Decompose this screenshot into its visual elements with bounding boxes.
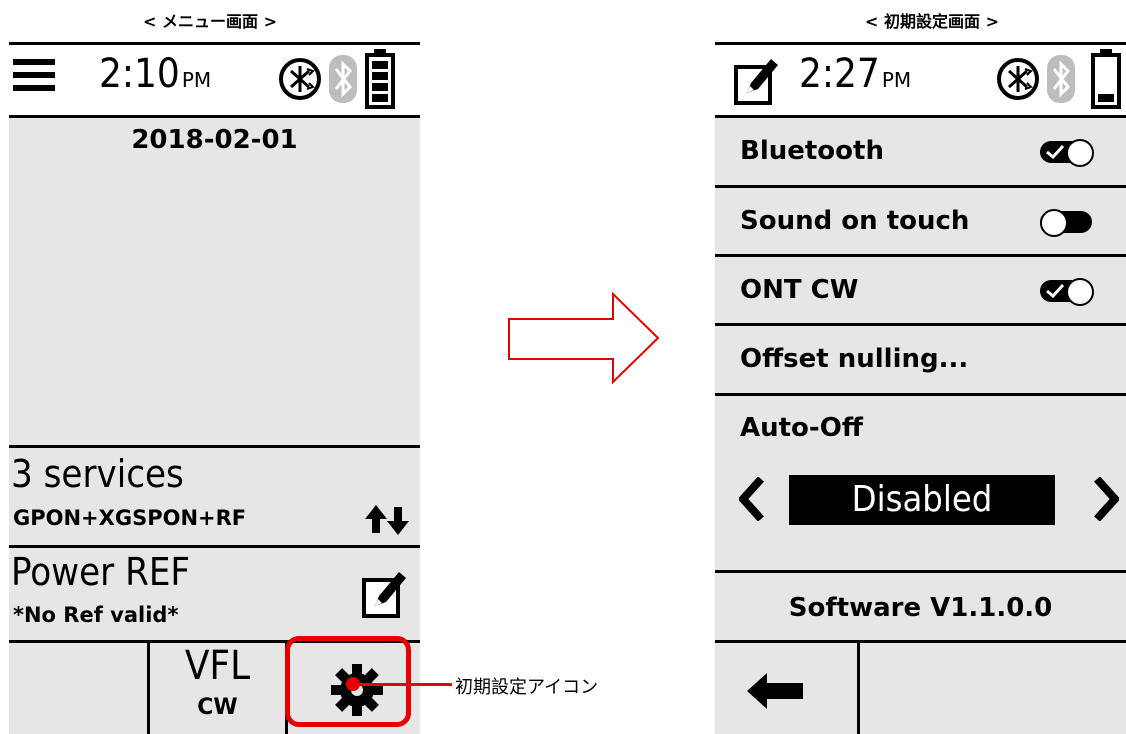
- settings-clock-ampm: PM: [881, 68, 912, 92]
- settings-clock-time: 2:27: [799, 51, 880, 97]
- bottom-separator: [857, 640, 860, 734]
- clock-time: 2:10: [99, 51, 180, 97]
- auto-off-label: Auto-Off: [740, 413, 863, 443]
- power-ref-row[interactable]: Power REF *No Ref valid*: [9, 548, 420, 640]
- annotation-label: 初期設定アイコン: [455, 677, 599, 698]
- software-version: Software V1.1.0.0: [788, 593, 1053, 623]
- battery-icon: [1091, 49, 1121, 109]
- bluetooth-row[interactable]: Bluetooth: [715, 118, 1126, 185]
- menu-screen: 2:10 PM 2018-02-01 3 services GPON+XGSPON…: [9, 42, 420, 734]
- ont-cw-toggle[interactable]: [1040, 278, 1094, 306]
- settings-screen-caption: < 初期設定画面 >: [865, 12, 999, 31]
- offset-nulling-row[interactable]: Offset nulling...: [715, 326, 1126, 393]
- vfl-button[interactable]: VFL CW: [150, 643, 285, 734]
- offset-nulling-label: Offset nulling...: [740, 344, 969, 374]
- fiber-connector-icon: [997, 58, 1039, 100]
- vfl-label: VFL: [184, 643, 251, 689]
- services-title: 3 services: [11, 452, 184, 496]
- clock: 2:10 PM: [99, 51, 211, 97]
- back-arrow-icon[interactable]: [745, 671, 805, 711]
- clock-ampm: PM: [181, 68, 212, 92]
- date-text: 2018-02-01: [131, 125, 298, 155]
- hamburger-icon[interactable]: [13, 57, 57, 93]
- status-bar: 2:10 PM: [9, 45, 420, 118]
- edit-pencil-icon[interactable]: [733, 55, 781, 107]
- services-row[interactable]: 3 services GPON+XGSPON+RF: [9, 448, 420, 545]
- bluetooth-icon: [329, 55, 357, 103]
- vfl-mode: CW: [197, 695, 238, 720]
- sound-on-touch-row[interactable]: Sound on touch: [715, 188, 1126, 254]
- up-down-arrows-icon[interactable]: [365, 503, 411, 537]
- row-divider-4: [715, 393, 1126, 396]
- settings-status-bar: 2:27 PM: [715, 45, 1126, 118]
- fiber-connector-icon: [279, 58, 321, 100]
- next-chevron-icon[interactable]: [1093, 477, 1119, 521]
- bluetooth-toggle[interactable]: [1040, 139, 1094, 167]
- sound-on-touch-toggle[interactable]: [1040, 209, 1094, 237]
- auto-off-value-box[interactable]: Disabled: [789, 475, 1055, 525]
- power-ref-title: Power REF: [11, 550, 191, 594]
- battery-icon: [365, 49, 395, 109]
- row-divider-5: [715, 570, 1126, 573]
- bluetooth-label: Bluetooth: [740, 136, 884, 166]
- annotation-dot: [346, 677, 360, 691]
- ont-cw-row[interactable]: ONT CW: [715, 257, 1126, 323]
- back-button[interactable]: [715, 643, 857, 734]
- services-detail: GPON+XGSPON+RF: [13, 506, 247, 530]
- auto-off-value: Disabled: [851, 479, 993, 520]
- ont-cw-label: ONT CW: [740, 275, 859, 305]
- settings-screen: 2:27 PM Bluetooth Sound on touch ONT CW …: [715, 42, 1126, 734]
- previous-chevron-icon[interactable]: [739, 477, 765, 521]
- status-divider: [9, 115, 420, 118]
- edit-pencil-icon[interactable]: [361, 568, 409, 620]
- menu-screen-caption: < メニュー画面 >: [143, 12, 277, 31]
- arrow-right-icon: [508, 291, 660, 385]
- bluetooth-icon: [1047, 55, 1075, 103]
- settings-clock: 2:27 PM: [799, 51, 911, 97]
- annotation-leader-line: [352, 683, 452, 686]
- power-ref-detail: *No Ref valid*: [13, 603, 179, 627]
- sound-on-touch-label: Sound on touch: [740, 206, 970, 236]
